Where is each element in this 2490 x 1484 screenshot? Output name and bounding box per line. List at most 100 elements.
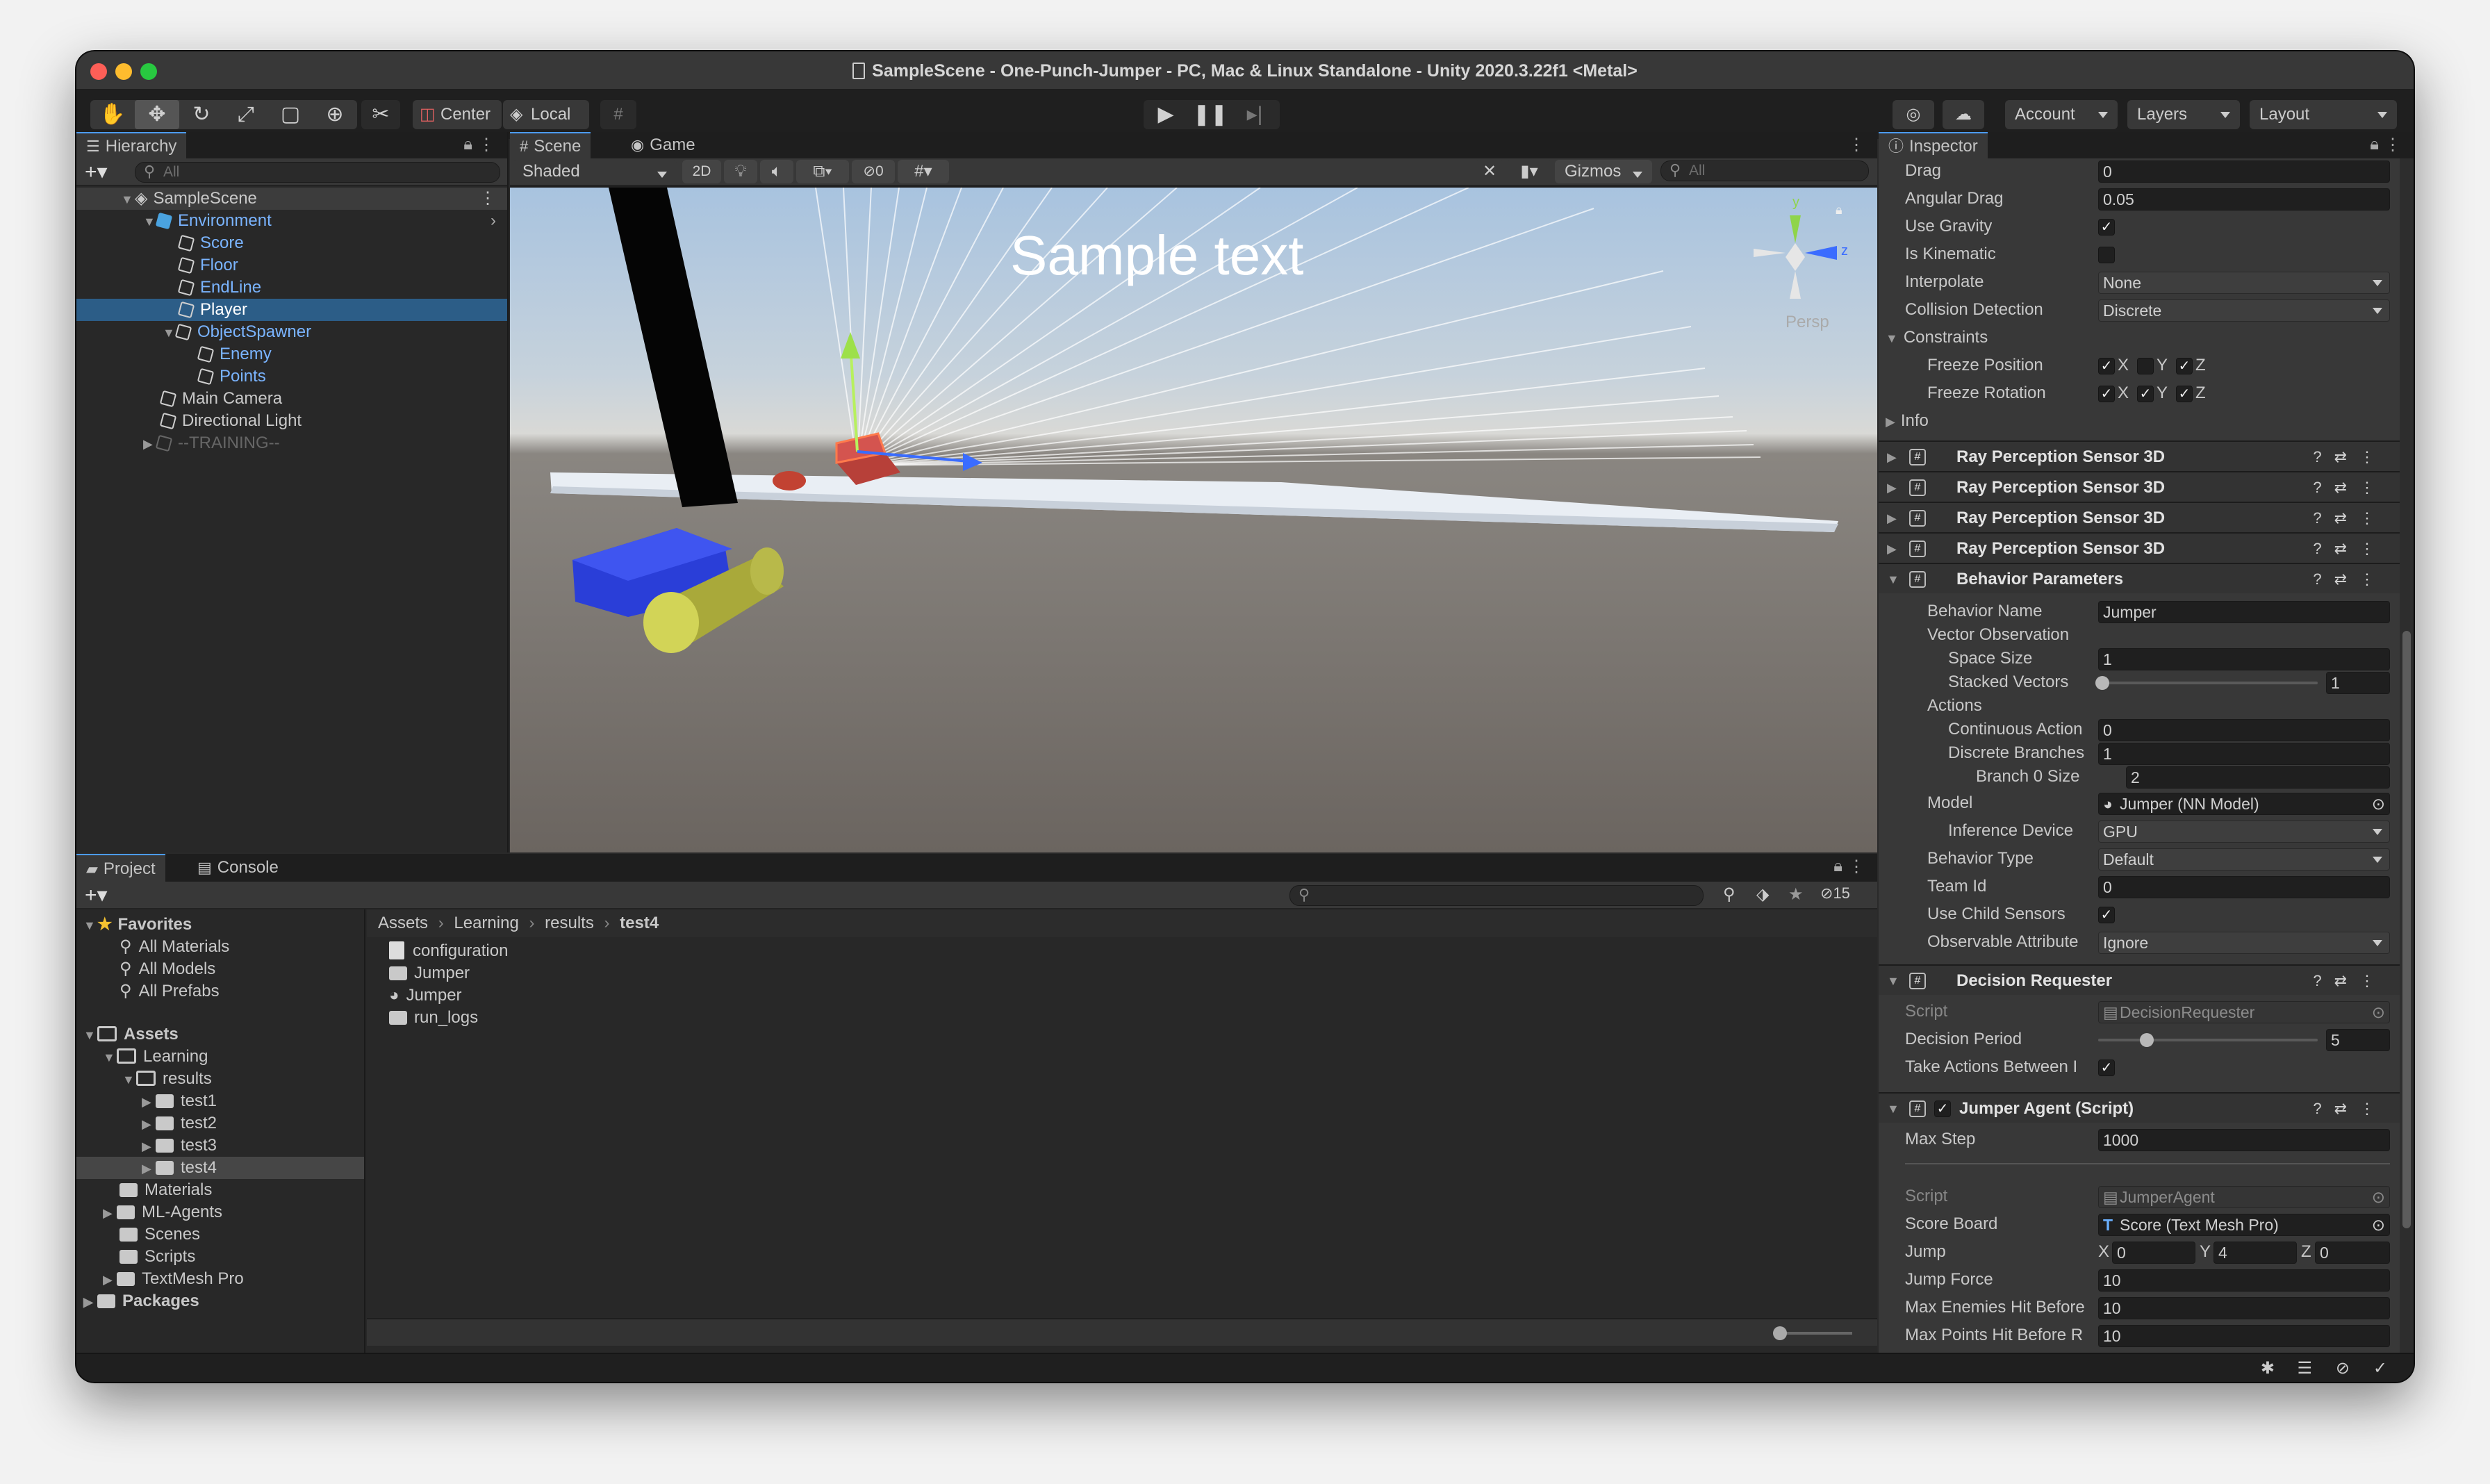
jump-x-field[interactable]: 0 (2112, 1242, 2195, 1264)
play-icon[interactable]: ▶ (1144, 100, 1188, 129)
list-item[interactable]: ▶ TextMesh Pro (76, 1268, 364, 1290)
scene-search-input[interactable]: All (1660, 160, 1869, 181)
panel-menu-icon[interactable]: ⋮ (2384, 135, 2401, 155)
hidden-packages-button[interactable]: ⊘15 (1820, 884, 1850, 902)
model-field[interactable]: ◕ Jumper (NN Model) ⊙ (2098, 793, 2390, 815)
custom-tool-icon[interactable]: ✂ (361, 100, 400, 129)
component-actions-icons[interactable]: ?⇄⋮ (2313, 564, 2387, 595)
component-actions-icons[interactable]: ?⇄⋮ (2313, 442, 2387, 472)
list-item[interactable]: Floor (76, 254, 507, 277)
list-item[interactable]: ◕ Jumper (367, 984, 1877, 1007)
tools-icon[interactable]: ✕ (1476, 160, 1503, 183)
angular-drag-field[interactable]: 0.05 (2098, 188, 2390, 211)
move-tool-icon[interactable]: ✥ (135, 100, 179, 129)
jump-y-field[interactable]: 4 (2213, 1242, 2297, 1264)
max-enemies-field[interactable]: 10 (2098, 1297, 2390, 1319)
panel-menu-icon[interactable]: ⋮ (1848, 857, 1865, 877)
list-item[interactable]: Directional Light (76, 410, 507, 432)
list-item[interactable]: ▶ test3 (76, 1135, 364, 1157)
freeze-pos-y-checkbox[interactable] (2137, 358, 2154, 374)
check-circle-icon[interactable]: ✓ (2373, 1358, 2387, 1378)
lock-icon[interactable]: 🔒︎ (463, 135, 472, 154)
inspector-scrollbar[interactable] (2400, 158, 2414, 1353)
collision-dropdown[interactable]: Discrete (2098, 299, 2390, 322)
hand-tool-icon[interactable]: ✋ (90, 100, 135, 129)
pivot-local-button[interactable]: ◈ Local (503, 100, 589, 129)
use-gravity-checkbox[interactable]: ✓ (2098, 219, 2115, 236)
list-item[interactable]: Enemy (76, 343, 507, 365)
list-item[interactable]: ▼ results (76, 1068, 364, 1090)
interpolate-dropdown[interactable]: None (2098, 272, 2390, 294)
toggle-2d-button[interactable]: 2D (682, 160, 721, 183)
slider-knob[interactable] (2140, 1033, 2154, 1047)
component-actions-icons[interactable]: ?⇄⋮ (2313, 534, 2387, 564)
list-item-selected[interactable]: ▶ test4 (76, 1157, 364, 1179)
list-item[interactable]: configuration (367, 940, 1877, 962)
filter-label-icon[interactable]: ⬗ (1756, 884, 1769, 905)
project-search-input[interactable] (1289, 885, 1704, 906)
pivot-center-button[interactable]: ◫ Center (413, 100, 502, 129)
component-actions-icons[interactable]: ?⇄⋮ (2313, 503, 2387, 534)
stacked-vectors-field[interactable]: 1 (2326, 672, 2390, 694)
continuous-actions-field[interactable]: 0 (2098, 719, 2390, 741)
step-icon[interactable]: ▸| (1232, 100, 1277, 129)
list-item[interactable]: ▶ test1 (76, 1090, 364, 1112)
hidden-objects-button[interactable]: ⊘0 (852, 160, 895, 183)
bug-icon[interactable]: ✱ (2261, 1358, 2275, 1378)
scrollbar-thumb[interactable] (2402, 631, 2411, 1228)
drag-field[interactable]: 0 (2098, 160, 2390, 183)
tab-inspector[interactable]: ⓘ Inspector (1879, 132, 1988, 158)
list-item[interactable]: Materials (76, 1179, 364, 1201)
list-item[interactable]: ▼◈ SampleScene ⋮ (76, 188, 507, 210)
icon-size-slider[interactable] (1773, 1326, 1852, 1340)
collab-icon[interactable]: ◎ (1893, 100, 1934, 129)
jump-z-field[interactable]: 0 (2315, 1242, 2390, 1264)
audio-icon[interactable]: 🔈︎ (760, 160, 793, 183)
component-actions-icons[interactable]: ?⇄⋮ (2313, 472, 2387, 503)
chevron-right-icon[interactable]: › (490, 210, 496, 232)
list-item[interactable]: ▼ ObjectSpawner (76, 321, 507, 343)
orientation-gizmo[interactable]: y z 🔒︎ (1747, 195, 1851, 306)
decision-period-slider[interactable] (2098, 1033, 2318, 1047)
transform-tool-icon[interactable]: ⊕ (313, 100, 357, 129)
jump-force-field[interactable]: 10 (2098, 1269, 2390, 1292)
grid-snap-icon[interactable]: # (600, 100, 636, 129)
list-item[interactable]: Jumper (367, 962, 1877, 984)
breadcrumb-item[interactable]: results (545, 914, 594, 932)
ray-perception-sensor-component[interactable]: ▶ # Ray Perception Sensor 3D ?⇄⋮ (1879, 502, 2400, 532)
cloud-icon[interactable]: ☁ (1943, 100, 1984, 129)
jumper-agent-component[interactable]: ▼ # ✓ Jumper Agent (Script) ?⇄⋮ (1879, 1092, 2400, 1123)
breadcrumb-item[interactable]: test4 (620, 914, 659, 932)
shading-mode-dropdown[interactable]: Shaded (513, 160, 677, 183)
grid-toggle-icon[interactable]: #▾ (898, 160, 949, 183)
decision-period-field[interactable]: 5 (2326, 1029, 2390, 1051)
rect-tool-icon[interactable]: ▢ (268, 100, 313, 129)
freeze-pos-z-checkbox[interactable]: ✓ (2176, 358, 2193, 374)
slider-knob[interactable] (2095, 676, 2109, 690)
space-size-field[interactable]: 1 (2098, 648, 2390, 670)
enemy-object[interactable] (773, 471, 806, 490)
freeze-rot-x-checkbox[interactable]: ✓ (2098, 386, 2115, 402)
account-dropdown[interactable]: Account (2005, 100, 2118, 129)
behavior-type-dropdown[interactable]: Default (2098, 848, 2390, 871)
max-step-field[interactable]: 1000 (2098, 1129, 2390, 1151)
create-asset-button[interactable]: +▾ (85, 883, 108, 907)
favorite-star-icon[interactable]: ★ (1788, 884, 1804, 905)
object-picker-icon[interactable]: ⊙ (2372, 793, 2385, 814)
hierarchy-search-input[interactable]: All (135, 162, 500, 183)
take-actions-checkbox[interactable]: ✓ (2098, 1060, 2115, 1076)
discrete-branches-field[interactable]: 1 (2098, 743, 2390, 765)
breadcrumb-item[interactable]: Learning (454, 914, 518, 932)
max-points-field[interactable]: 10 (2098, 1325, 2390, 1347)
list-item-selected[interactable]: Player (76, 299, 507, 321)
effects-icon[interactable]: ⧉▾ (796, 160, 849, 183)
component-actions-icons[interactable]: ?⇄⋮ (2313, 1094, 2387, 1124)
list-item[interactable]: ▼ Assets (76, 1023, 364, 1046)
list-item[interactable]: ▶ test2 (76, 1112, 364, 1135)
cache-server-icon[interactable]: ☰ (2297, 1358, 2312, 1378)
score-board-field[interactable]: T Score (Text Mesh Pro) ⊙ (2098, 1214, 2390, 1236)
gizmos-dropdown[interactable]: Gizmos (1555, 160, 1652, 183)
lock-icon[interactable]: 🔒︎ (1836, 203, 1842, 217)
list-item[interactable]: ▼ Environment › (76, 210, 507, 232)
more-icon[interactable]: ⋮ (479, 188, 496, 210)
